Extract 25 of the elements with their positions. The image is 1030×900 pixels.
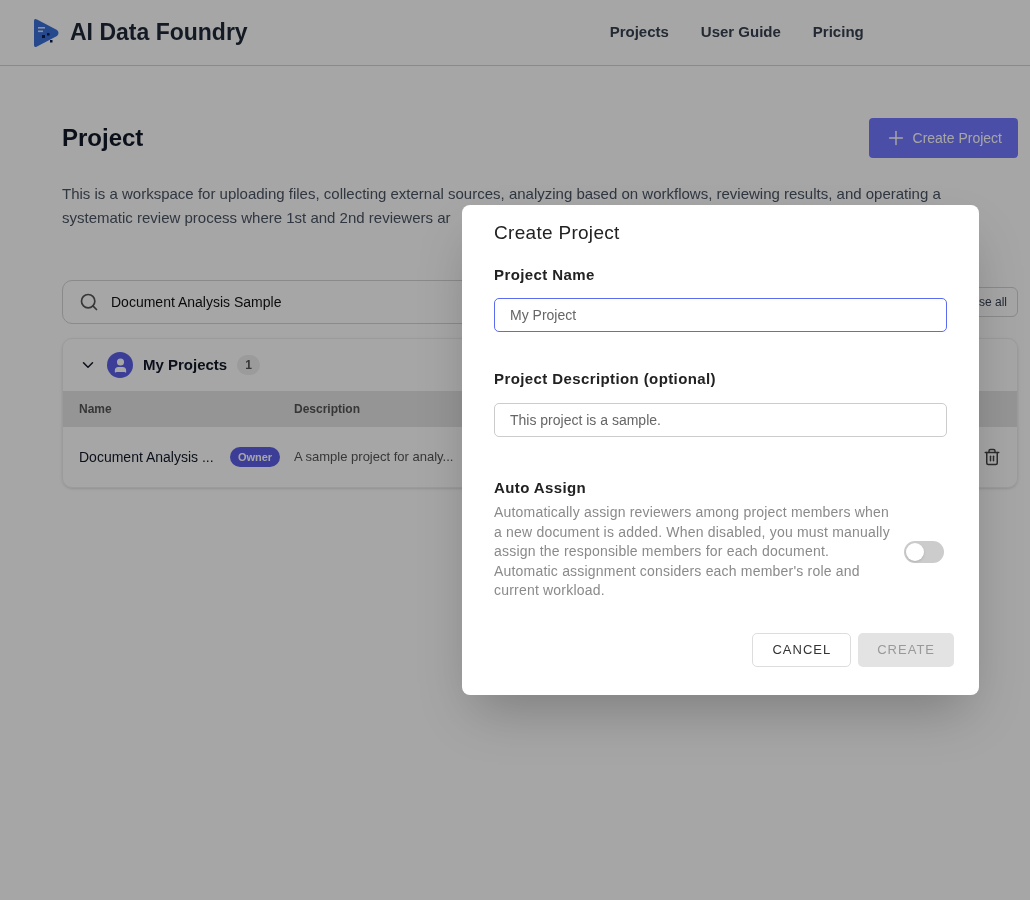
- group-count: 1: [237, 355, 260, 375]
- project-description: A sample project for analy...: [294, 448, 454, 467]
- page-title: Project: [62, 123, 144, 153]
- app-title: AI Data Foundry: [70, 18, 248, 48]
- user-avatar-icon: [107, 352, 133, 378]
- input-field[interactable]: This project is a sample.: [494, 402, 947, 437]
- input-field[interactable]: My Project: [494, 298, 947, 332]
- field-label: Project Description (optional): [494, 369, 717, 389]
- logo-icon: [32, 17, 60, 48]
- nav-link[interactable]: User Guide: [700, 21, 781, 44]
- column-header: Description: [294, 401, 360, 418]
- nav-link[interactable]: Pricing: [812, 21, 864, 44]
- cancel-button[interactable]: CANCEL: [752, 632, 852, 667]
- setting-description: Automatically assign reviewers among project members when a new document is added. When disabled, you must manually assign the responsible members for each document. Automatic assignment considers each member's role and current workload.: [494, 503, 891, 600]
- field-label: Project Name: [494, 264, 596, 285]
- nav-link[interactable]: Projects: [609, 21, 669, 44]
- toggle-switch[interactable]: [904, 540, 944, 563]
- delete-icon[interactable]: [983, 448, 1001, 466]
- project-name[interactable]: Document Analysis ...: [79, 446, 230, 468]
- search-icon: [79, 292, 99, 312]
- column-header: Name: [79, 401, 113, 418]
- setting-label: Auto Assign: [494, 477, 588, 498]
- role-badge: Owner: [230, 446, 280, 468]
- group-title: My Projects: [143, 354, 228, 375]
- create-project-button[interactable]: Create Project: [868, 118, 1018, 158]
